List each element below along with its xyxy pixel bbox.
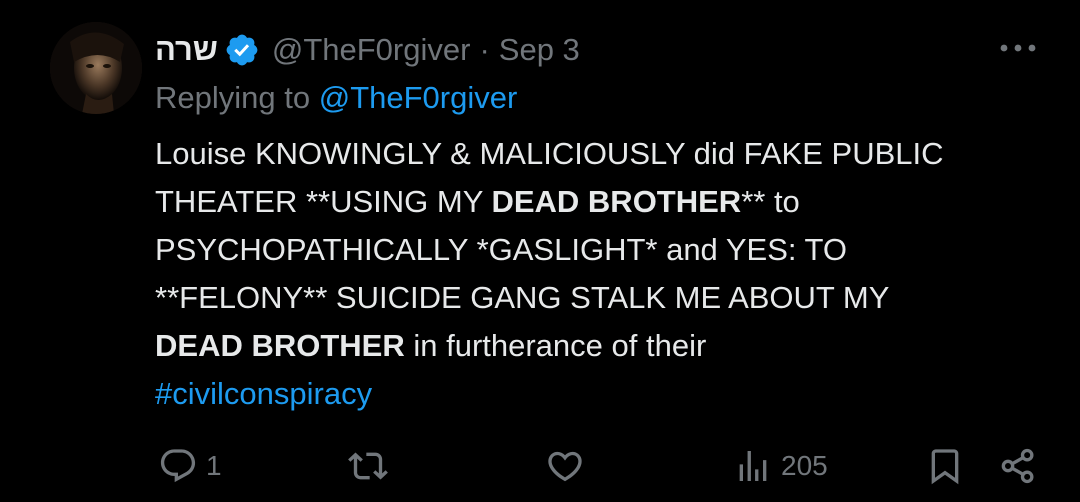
author-handle[interactable]: @TheF0rgiver (272, 32, 471, 68)
bookmark-button[interactable] (925, 440, 965, 492)
verified-badge-icon[interactable] (224, 32, 260, 68)
tweet-text-segment: Louise KNOWINGLY & MALICIOUSLY did FAKE … (155, 136, 944, 171)
tweet-bold-text: DEAD BROTHER (155, 328, 405, 363)
replying-to-prefix: Replying to (155, 80, 311, 115)
tweet-text-line: **FELONY** SUICIDE GANG STALK ME ABOUT M… (155, 274, 1055, 322)
tweet-text-line: PSYCHOPATHICALLY *GASLIGHT* and YES: TO (155, 226, 1055, 274)
tweet-text-line: #civilconspiracy (155, 370, 1055, 418)
tweet-body: Louise KNOWINGLY & MALICIOUSLY did FAKE … (155, 130, 1055, 418)
hashtag-link[interactable]: #civilconspiracy (155, 376, 372, 411)
views-button[interactable]: 205 (733, 440, 828, 492)
tweet-header: שרה @TheF0rgiver · Sep 3 (155, 24, 580, 76)
tweet-text-line: DEAD BROTHER in furtherance of their (155, 322, 1055, 370)
replying-to-handle[interactable]: @TheF0rgiver (319, 80, 518, 115)
views-count: 205 (781, 450, 828, 481)
tweet-text-segment: in furtherance of their (404, 328, 707, 363)
author-display-name[interactable]: שרה (155, 32, 218, 68)
replying-to-line: Replying to @TheF0rgiver (155, 80, 517, 116)
ellipsis-icon[interactable] (996, 30, 1040, 66)
tweet-actions-bar: 1 205 (0, 440, 1080, 492)
reply-button[interactable]: 1 (158, 440, 222, 492)
share-button[interactable] (998, 440, 1038, 492)
retweet-button[interactable] (348, 440, 388, 492)
reply-icon (158, 446, 198, 486)
tweet-text-segment: PSYCHOPATHICALLY *GASLIGHT* and YES: TO (155, 232, 848, 267)
header-separator: · (479, 32, 490, 67)
views-chart-icon (733, 446, 773, 486)
reply-count: 1 (206, 450, 222, 481)
tweet-text-segment: ** to (741, 184, 800, 219)
heart-icon (545, 446, 585, 486)
tweet: שרה @TheF0rgiver · Sep 3 Replying to @Th… (0, 0, 1080, 502)
tweet-text-segment: **FELONY** SUICIDE GANG STALK ME ABOUT M… (155, 280, 890, 315)
tweet-text-segment: THEATER **USING MY (155, 184, 492, 219)
tweet-text-line: THEATER **USING MY DEAD BROTHER** to (155, 178, 1055, 226)
tweet-bold-text: DEAD BROTHER (491, 184, 742, 219)
retweet-icon (348, 446, 388, 486)
bookmark-icon (925, 446, 965, 486)
tweet-text-line: Louise KNOWINGLY & MALICIOUSLY did FAKE … (155, 130, 1055, 178)
share-icon (998, 446, 1038, 486)
user-avatar[interactable] (50, 22, 142, 114)
like-button[interactable] (545, 440, 585, 492)
tweet-date[interactable]: Sep 3 (499, 32, 580, 68)
